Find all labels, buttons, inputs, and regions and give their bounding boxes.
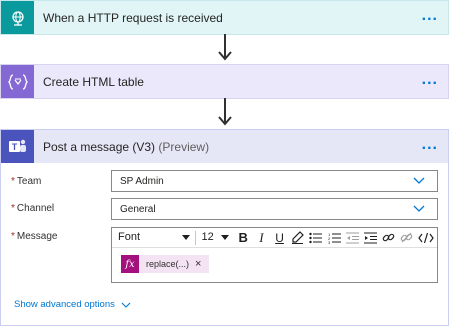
more-options-icon[interactable]: ... (422, 72, 438, 88)
http-globe-icon (1, 1, 34, 34)
team-label: * Team (11, 176, 41, 187)
font-size-value: 12 (201, 231, 214, 243)
caret-down-icon (221, 235, 230, 240)
show-advanced-options-label: Show advanced options (14, 299, 115, 310)
show-advanced-options-link[interactable]: Show advanced options (14, 299, 131, 310)
team-field-row: * Team SP Admin (1, 170, 448, 200)
channel-label-text: Channel (16, 203, 55, 214)
expression-token-label: replace(...) (146, 259, 190, 269)
channel-dropdown[interactable]: General (111, 198, 438, 220)
numbered-list-icon[interactable]: 123 (325, 228, 343, 247)
arrow-down-icon (218, 116, 232, 126)
insert-link-icon[interactable] (380, 228, 398, 247)
team-dropdown[interactable]: SP Admin (111, 170, 438, 192)
required-marker: * (11, 231, 15, 242)
message-label: * Message (11, 231, 57, 242)
underline-button[interactable]: U (270, 228, 288, 247)
channel-dropdown-value: General (120, 203, 156, 215)
chevron-down-icon (413, 205, 425, 212)
required-marker: * (11, 203, 15, 214)
post-message-header[interactable]: T Post a message (V3) (Preview) ... (1, 130, 448, 163)
team-label-text: Team (16, 176, 42, 187)
create-html-table-title: Create HTML table (43, 74, 144, 89)
message-label-text: Message (16, 231, 58, 242)
highlight-pen-icon[interactable] (289, 228, 307, 247)
font-family-value: Font (118, 231, 141, 243)
team-dropdown-value: SP Admin (120, 175, 164, 187)
more-options-icon[interactable]: ... (422, 137, 438, 153)
post-message-card[interactable]: T Post a message (V3) (Preview) ... * Tea… (0, 129, 449, 326)
font-family-dropdown[interactable]: Font (112, 228, 195, 247)
expression-token[interactable]: fx replace(...) × (121, 255, 210, 273)
remove-token-icon[interactable]: × (189, 258, 201, 270)
more-options-icon[interactable]: ... (422, 8, 438, 24)
rich-text-toolbar: Font 12 B I U 123 (112, 228, 437, 248)
chevron-down-icon (413, 177, 425, 184)
channel-field-row: * Channel General (1, 198, 448, 227)
post-message-title-text: Post a message (V3) (43, 139, 156, 154)
post-message-title: Post a message (V3) (Preview) (34, 140, 209, 154)
create-html-table-card[interactable]: Create HTML table ... (0, 64, 449, 99)
required-marker: * (11, 176, 15, 187)
font-size-dropdown[interactable]: 12 (196, 228, 235, 247)
http-trigger-card[interactable]: When a HTTP request is received ... (0, 0, 449, 35)
bulleted-list-icon[interactable] (307, 228, 325, 247)
preview-label: (Preview) (158, 139, 210, 154)
caret-down-icon (181, 235, 190, 240)
increase-indent-icon[interactable] (361, 228, 379, 247)
arrow-down-icon (218, 51, 232, 61)
italic-button[interactable]: I (252, 228, 270, 247)
microsoft-teams-icon: T (1, 130, 34, 163)
svg-text:3: 3 (328, 240, 331, 244)
variable-braces-icon (1, 65, 34, 98)
create-html-table-header[interactable]: Create HTML table ... (1, 65, 448, 98)
http-trigger-header[interactable]: When a HTTP request is received ... (1, 1, 448, 34)
decrease-indent-icon[interactable] (343, 228, 361, 247)
bold-button[interactable]: B (234, 228, 252, 247)
function-fx-icon: fx (121, 255, 139, 273)
message-editor[interactable]: Font 12 B I U 123 fx replace(...) × (111, 227, 438, 283)
remove-link-icon[interactable] (398, 228, 416, 247)
chevron-down-icon (121, 302, 131, 308)
svg-text:T: T (11, 142, 17, 152)
code-view-icon[interactable] (416, 228, 437, 247)
channel-label: * Channel (11, 203, 54, 214)
http-trigger-title: When a HTTP request is received (43, 10, 223, 25)
